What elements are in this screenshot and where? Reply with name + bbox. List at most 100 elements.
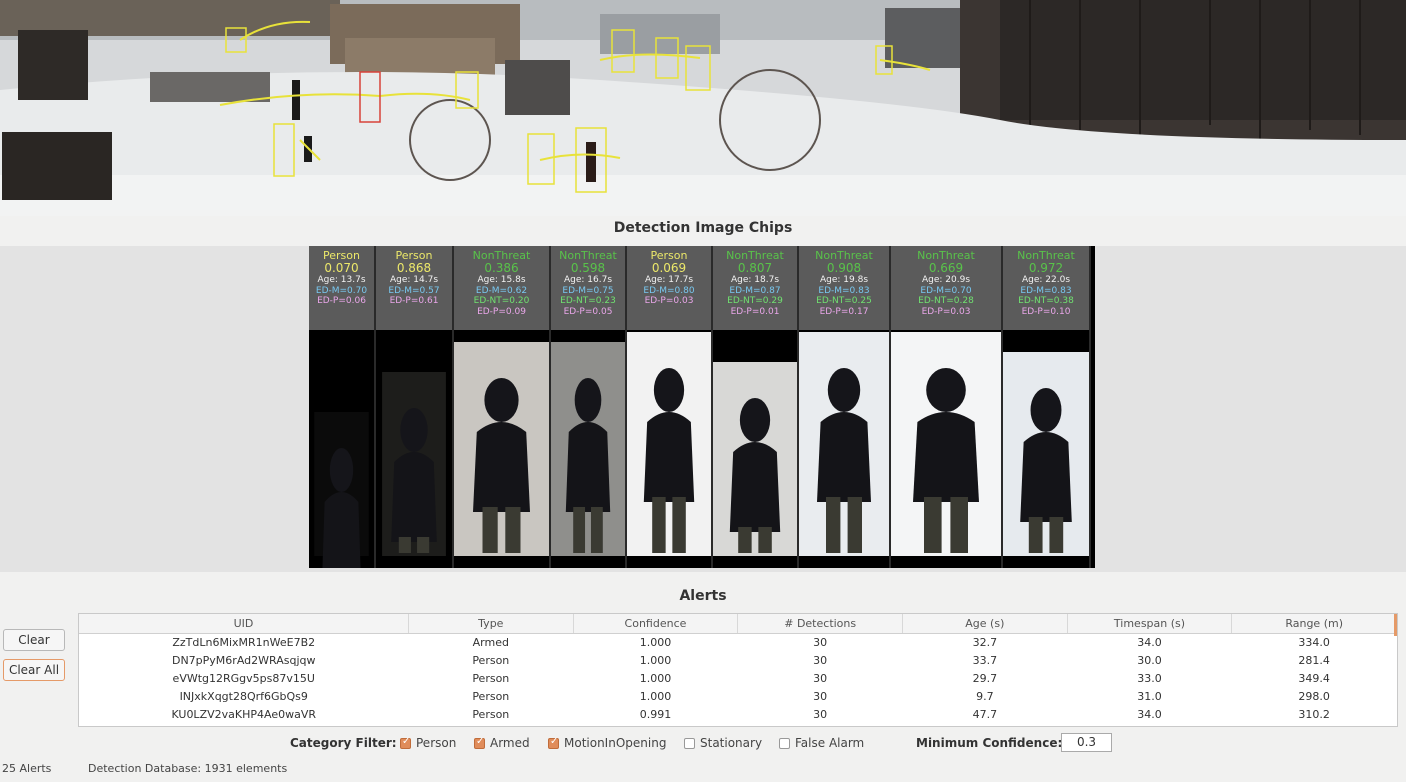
detection-chip[interactable]: NonThreat 0.669 Age: 20.9s ED-M=0.70 ED-NT=0… xyxy=(891,246,1003,568)
table-cell: 47.7 xyxy=(972,707,998,721)
chip-header: NonThreat 0.669 Age: 20.9s ED-M=0.70 ED-NT=0… xyxy=(891,246,1001,330)
chip-age: Age: 16.7s xyxy=(563,275,613,285)
table-row[interactable]: KU0LZV2vaKHP4Ae0waVR Person 0.991 30 47.7 34.… xyxy=(79,705,1397,723)
chip-header: NonThreat 0.972 Age: 22.0s ED-M=0.83 ED-NT=0… xyxy=(1003,246,1089,330)
clear-button[interactable]: Clear xyxy=(3,629,65,651)
chip-strip: Person 0.070 Age: 13.7s ED-M=0.70 ED-P=0.06 P… xyxy=(309,246,1095,568)
chip-header: NonThreat 0.598 Age: 16.7s ED-M=0.75 ED-NT=0… xyxy=(551,246,625,330)
table-cell: 33.0 xyxy=(1137,671,1162,685)
column-header[interactable]: Timespan (s) xyxy=(1067,614,1233,634)
chip-header: NonThreat 0.908 Age: 19.8s ED-M=0.83 ED-NT=0… xyxy=(799,246,889,330)
column-header[interactable]: Type xyxy=(408,614,574,634)
chip-metric: ED-NT=0.28 xyxy=(918,296,974,306)
chip-image xyxy=(551,332,625,568)
clear-all-button[interactable]: Clear All xyxy=(3,659,65,681)
table-cell: ZzTdLn6MixMR1nWeE7B2 xyxy=(172,635,316,649)
checkbox-motioninopening-label: MotionInOpening xyxy=(564,736,667,750)
chip-metric: ED-NT=0.38 xyxy=(1018,296,1074,306)
table-cell: 32.7 xyxy=(972,635,998,649)
table-row[interactable]: INJxkXqgt28Qrf6GbQs9 Person 1.000 30 9.7 31.0… xyxy=(79,687,1397,705)
table-row[interactable]: DN7pPyM6rAd2WRAsqjqw Person 1.000 30 33.7 30.… xyxy=(79,651,1397,669)
table-cell: 30 xyxy=(813,653,828,667)
detection-chip[interactable]: NonThreat 0.598 Age: 16.7s ED-M=0.75 ED-NT=0… xyxy=(551,246,627,568)
checkbox-person[interactable] xyxy=(400,736,411,749)
chip-image xyxy=(713,332,797,568)
table-cell: Person xyxy=(472,671,510,685)
table-cell: Person xyxy=(472,707,510,721)
scene-image xyxy=(0,0,1406,216)
chip-score: 0.070 xyxy=(324,261,359,275)
chip-age: Age: 18.7s xyxy=(730,275,780,285)
checkbox-false-alarm[interactable] xyxy=(779,738,790,749)
table-body: ZzTdLn6MixMR1nWeE7B2 Armed 1.000 30 32.7 34.0… xyxy=(79,633,1397,723)
table-cell: 30.0 xyxy=(1137,653,1162,667)
table-cell: 1.000 xyxy=(639,671,672,685)
chip-image xyxy=(309,332,374,568)
detection-chip[interactable]: Person 0.069 Age: 17.7s ED-M=0.80 ED-P=0.03 xyxy=(627,246,713,568)
detection-chip[interactable]: NonThreat 0.908 Age: 19.8s ED-M=0.83 ED-NT=0… xyxy=(799,246,891,568)
chip-image xyxy=(627,332,711,568)
detection-chip[interactable]: NonThreat 0.972 Age: 22.0s ED-M=0.83 ED-NT=0… xyxy=(1003,246,1091,568)
checkbox-motioninopening[interactable] xyxy=(548,736,559,749)
column-header[interactable]: # Detections xyxy=(737,614,904,634)
chip-score: 0.069 xyxy=(651,261,687,275)
min-confidence-input[interactable]: 0.3 xyxy=(1061,733,1112,752)
chip-metric: ED-P=0.03 xyxy=(921,306,971,317)
table-cell: INJxkXqgt28Qrf6GbQs9 xyxy=(179,689,308,703)
chip-score: 0.868 xyxy=(396,261,432,275)
table-row[interactable]: ZzTdLn6MixMR1nWeE7B2 Armed 1.000 30 32.7 34.0… xyxy=(79,633,1397,651)
chip-metric: ED-M=0.70 xyxy=(315,285,368,296)
checkbox-false-alarm-label: False Alarm xyxy=(795,736,865,750)
chip-score: 0.598 xyxy=(570,261,606,275)
table-cell: KU0LZV2vaKHP4Ae0waVR xyxy=(171,707,316,721)
detection-chip[interactable]: NonThreat 0.386 Age: 15.8s ED-M=0.62 ED-NT=0… xyxy=(454,246,551,568)
table-cell: Person xyxy=(472,653,510,667)
surveillance-video-view[interactable] xyxy=(0,0,1406,216)
chips-title: Detection Image Chips xyxy=(613,220,793,236)
table-scrollbar[interactable] xyxy=(1394,614,1397,636)
chip-age: Age: 19.8s xyxy=(819,275,869,285)
chip-metric: ED-P=0.10 xyxy=(1021,306,1071,317)
chip-header: Person 0.069 Age: 17.7s ED-M=0.80 ED-P=0.03 xyxy=(627,246,711,330)
chip-metric: ED-P=0.03 xyxy=(644,296,694,306)
table-cell: 310.2 xyxy=(1298,707,1330,721)
table-cell: 34.0 xyxy=(1137,635,1162,649)
column-header[interactable]: UID xyxy=(79,614,409,634)
detection-chip[interactable]: Person 0.868 Age: 14.7s ED-M=0.57 ED-P=0.61 xyxy=(376,246,454,568)
chip-metric: ED-NT=0.29 xyxy=(727,296,783,306)
alerts-title: Alerts xyxy=(679,588,727,604)
table-cell: 30 xyxy=(813,671,828,685)
column-header[interactable]: Confidence xyxy=(573,614,739,634)
database-status: Detection Database: 1931 elements xyxy=(88,762,288,775)
table-cell: Person xyxy=(472,689,510,703)
min-confidence-label: Minimum Confidence: xyxy=(916,736,1063,750)
checkbox-armed[interactable] xyxy=(474,736,485,749)
table-cell: 0.991 xyxy=(639,707,672,721)
chip-metric: ED-P=0.61 xyxy=(389,296,439,306)
table-cell: 1.000 xyxy=(639,635,672,649)
chip-header: Person 0.868 Age: 14.7s ED-M=0.57 ED-P=0.61 xyxy=(376,246,452,330)
detection-app: Detection Image Chips Person 0.070 Age: 13… xyxy=(0,0,1406,782)
chip-header: NonThreat 0.807 Age: 18.7s ED-M=0.87 ED-NT=0… xyxy=(713,246,797,330)
detection-chip[interactable]: NonThreat 0.807 Age: 18.7s ED-M=0.87 ED-NT=0… xyxy=(713,246,799,568)
chip-metric: ED-P=0.17 xyxy=(819,306,869,317)
table-cell: 30 xyxy=(813,707,828,721)
table-cell: 1.000 xyxy=(639,689,672,703)
table-row[interactable]: eVWtg12RGgv5ps87v15U Person 1.000 30 29.7 33.… xyxy=(79,669,1397,687)
chip-score: 0.386 xyxy=(484,261,519,275)
chip-age: Age: 17.7s xyxy=(644,275,694,285)
table-cell: 349.4 xyxy=(1298,671,1330,685)
chip-metric: ED-P=0.05 xyxy=(563,306,613,317)
chip-score: 0.807 xyxy=(737,261,773,275)
checkbox-stationary-label: Stationary xyxy=(700,736,763,750)
chip-metric: ED-P=0.09 xyxy=(477,306,526,317)
table-cell: 29.7 xyxy=(972,671,998,685)
column-header[interactable]: Age (s) xyxy=(902,614,1068,634)
chip-score: 0.972 xyxy=(1028,261,1064,275)
detection-chip[interactable]: Person 0.070 Age: 13.7s ED-M=0.70 ED-P=0.06 xyxy=(309,246,376,568)
table-cell: DN7pPyM6rAd2WRAsqjqw xyxy=(171,653,316,667)
checkbox-stationary[interactable] xyxy=(684,738,695,749)
column-header[interactable]: Range (m) xyxy=(1231,614,1397,634)
table-cell: 281.4 xyxy=(1298,653,1330,667)
chip-metric: ED-M=0.62 xyxy=(475,285,528,296)
